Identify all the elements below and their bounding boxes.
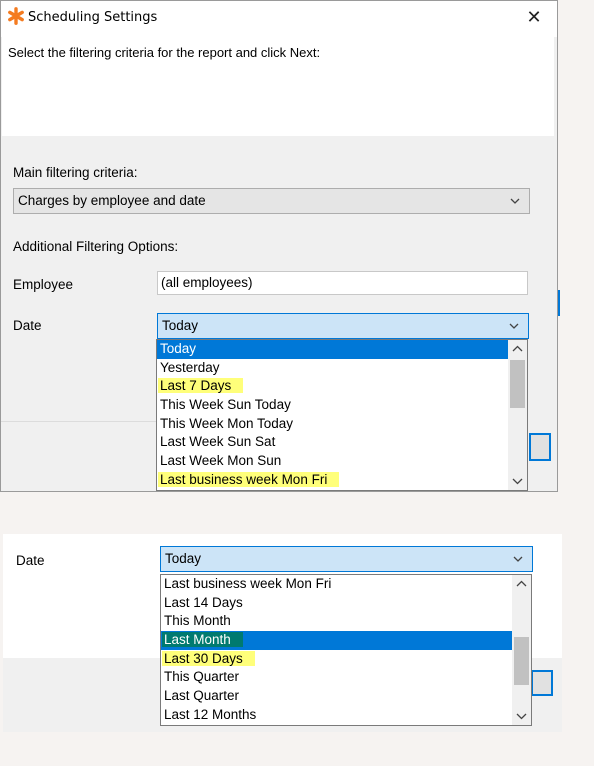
chevron-down-icon [510, 198, 520, 204]
main-criteria-select[interactable]: Charges by employee and date [13, 188, 530, 214]
chevron-down-icon [509, 323, 519, 329]
main-criteria-label: Main filtering criteria: [13, 165, 138, 180]
divider [1, 421, 161, 422]
date-dropdown-items: Today Yesterday Last 7 Days This Week Su… [157, 340, 527, 490]
date-label: Date [13, 318, 42, 333]
list-item[interactable]: Last 12 Months [161, 706, 531, 725]
list-item[interactable]: Last 14 Days [161, 594, 531, 613]
date-select[interactable]: Today [160, 546, 533, 572]
date-dropdown-list[interactable]: Last business week Mon Fri Last 14 Days … [160, 574, 532, 726]
chevron-down-icon[interactable] [508, 472, 527, 490]
main-criteria-value: Charges by employee and date [18, 193, 206, 208]
list-item[interactable]: Last 30 Days [161, 650, 531, 669]
list-item[interactable]: This Month [161, 612, 531, 631]
list-item[interactable]: Last Week Sun Sat [157, 433, 527, 452]
title-bar: Scheduling Settings ✕ [1, 1, 557, 37]
date-dropdown-list[interactable]: Today Yesterday Last 7 Days This Week Su… [156, 339, 528, 491]
employee-label: Employee [13, 277, 74, 292]
list-item[interactable]: This Week Sun Today [157, 396, 527, 415]
scrollbar-thumb[interactable] [510, 360, 525, 408]
employee-field[interactable]: (all employees) [157, 271, 528, 295]
chevron-up-icon[interactable] [508, 340, 527, 358]
list-item[interactable]: This Week Mon Today [157, 415, 527, 434]
window-title: Scheduling Settings [28, 10, 158, 25]
next-button[interactable] [529, 433, 551, 461]
list-item[interactable]: This Quarter [161, 668, 531, 687]
list-item[interactable]: Last 7 Days [157, 377, 527, 396]
chevron-down-icon [513, 556, 523, 562]
scrollbar[interactable] [508, 340, 527, 490]
instruction-text: Select the filtering criteria for the re… [8, 45, 321, 60]
list-item[interactable]: Today [157, 340, 527, 359]
list-item[interactable]: Last business week Mon Fri [161, 575, 531, 594]
date-label: Date [16, 553, 45, 568]
list-item[interactable]: Last Month [161, 631, 531, 650]
list-item[interactable]: Yesterday [157, 359, 527, 378]
list-item[interactable]: Last Quarter [161, 687, 531, 706]
background-window-edge [558, 290, 560, 316]
date-value: Today [162, 318, 199, 333]
date-value: Today [165, 551, 202, 566]
instruction-panel: Select the filtering criteria for the re… [2, 37, 554, 136]
asterisk-icon [8, 7, 24, 25]
close-button[interactable]: ✕ [517, 3, 551, 33]
additional-options-label: Additional Filtering Options: [13, 239, 179, 254]
list-item[interactable]: Last business week Mon Fri [157, 471, 527, 490]
date-dropdown-items: Last business week Mon Fri Last 14 Days … [161, 575, 531, 725]
chevron-down-icon[interactable] [512, 707, 531, 725]
list-item[interactable]: Last Week Mon Sun [157, 452, 527, 471]
close-icon: ✕ [526, 7, 542, 28]
employee-value: (all employees) [161, 275, 253, 290]
scrollbar-thumb[interactable] [514, 637, 529, 685]
date-select[interactable]: Today [157, 313, 529, 339]
next-button[interactable] [531, 670, 553, 696]
chevron-up-icon[interactable] [512, 575, 531, 593]
scrollbar[interactable] [512, 575, 531, 725]
